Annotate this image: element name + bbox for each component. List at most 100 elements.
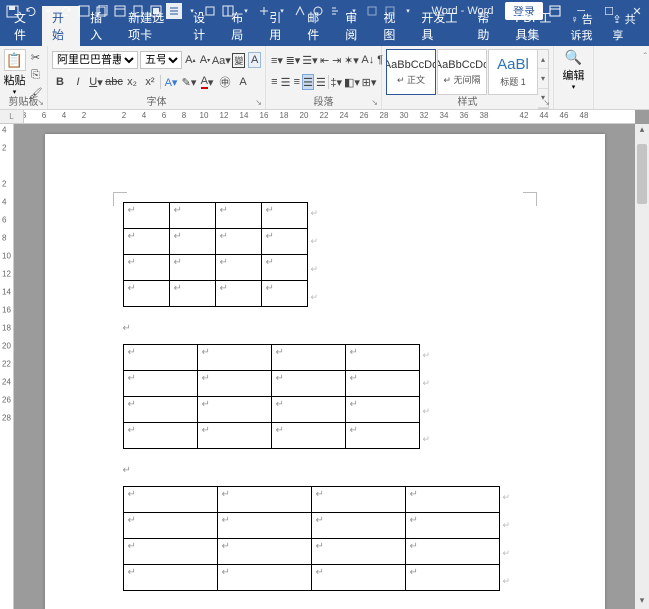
document-scroll[interactable]: ↵↵↵↵↵↵↵↵↵↵↵↵↵↵↵↵↵↵↵↵↵↵↵↵↵↵↵↵↵↵↵↵↵↵↵↵↵↵↵↵… <box>14 124 635 609</box>
close-button[interactable]: ✕ <box>631 5 643 18</box>
align-left-icon[interactable]: ≡ <box>270 74 279 90</box>
phonetic-icon[interactable]: 變 <box>231 52 246 68</box>
table-cell[interactable]: ↵ <box>217 565 311 591</box>
table-cell[interactable]: ↵ <box>169 229 215 255</box>
page[interactable]: ↵↵↵↵↵↵↵↵↵↵↵↵↵↵↵↵↵↵↵↵↵↵↵↵↵↵↵↵↵↵↵↵↵↵↵↵↵↵↵↵… <box>45 134 605 609</box>
collapse-ribbon-icon[interactable]: ˆ <box>644 52 647 63</box>
table-cell[interactable]: ↵ <box>169 203 215 229</box>
table-cell[interactable]: ↵ <box>197 345 271 371</box>
table-cell[interactable]: ↵ <box>123 487 217 513</box>
line-spacing-icon[interactable]: ‡▾ <box>329 74 343 90</box>
qat-customize-icon[interactable]: ▾ <box>400 3 416 19</box>
table-cell[interactable]: ↵ <box>261 281 307 307</box>
multilevel-icon[interactable]: ☰▾ <box>302 52 318 68</box>
table-cell[interactable]: ↵ <box>123 203 169 229</box>
table-cell[interactable]: ↵ <box>405 487 499 513</box>
gallery-down-icon[interactable]: ▾ <box>538 69 548 88</box>
enclose-char-icon[interactable]: ㊥ <box>217 74 233 90</box>
copy-icon[interactable]: ⎘ <box>28 67 44 83</box>
save-icon[interactable] <box>4 3 20 19</box>
table-cell[interactable]: ↵ <box>271 371 345 397</box>
italic-button[interactable]: I <box>70 74 86 90</box>
style-heading1[interactable]: AaBl 标题 1 <box>488 49 538 95</box>
table-cell[interactable]: ↵ <box>215 255 261 281</box>
table-row[interactable]: ↵↵↵↵ <box>123 255 307 281</box>
align-center-icon[interactable]: ☰ <box>280 74 292 90</box>
doc-table[interactable]: ↵↵↵↵↵↵↵↵↵↵↵↵↵↵↵↵ <box>123 486 500 591</box>
numbering-icon[interactable]: ≣▾ <box>285 52 301 68</box>
borders-icon[interactable]: ⊞▾ <box>361 74 377 90</box>
font-name-select[interactable]: 阿里巴巴普惠 <box>52 51 138 69</box>
table-row[interactable]: ↵↵↵↵ <box>123 565 499 591</box>
table-row[interactable]: ↵↵↵↵ <box>123 487 499 513</box>
qat-more-3[interactable]: ▾ <box>346 3 362 19</box>
paragraph-launcher[interactable]: ↘ <box>371 98 378 107</box>
distribute-icon[interactable]: ☰ <box>315 74 327 90</box>
bold-button[interactable]: B <box>52 74 68 90</box>
redo-icon[interactable] <box>58 3 74 19</box>
undo-icon[interactable] <box>22 3 38 19</box>
qat-icon-10[interactable] <box>310 3 326 19</box>
table-cell[interactable]: ↵ <box>311 513 405 539</box>
strike-button[interactable]: abc <box>106 74 122 90</box>
ruler-horizontal[interactable]: 8642246810121416182022242628303234363842… <box>24 110 635 124</box>
highlight-icon[interactable]: ✎▾ <box>181 74 197 90</box>
style-nospacing[interactable]: AaBbCcDd ↵ 无间隔 <box>437 49 487 95</box>
table-cell[interactable]: ↵ <box>261 203 307 229</box>
table-cell[interactable]: ↵ <box>123 397 197 423</box>
table-cell[interactable]: ↵ <box>123 229 169 255</box>
table-cell[interactable]: ↵ <box>405 513 499 539</box>
qat-icon-4[interactable] <box>130 3 146 19</box>
shrink-font-icon[interactable]: A▾ <box>199 52 212 68</box>
table-cell[interactable]: ↵ <box>271 345 345 371</box>
grow-font-icon[interactable]: A▴ <box>184 52 197 68</box>
table-cell[interactable]: ↵ <box>261 255 307 281</box>
reading-layout-icon[interactable] <box>166 3 182 19</box>
table-cell[interactable]: ↵ <box>345 371 419 397</box>
maximize-button[interactable]: ☐ <box>603 5 615 18</box>
scroll-thumb[interactable] <box>637 144 647 204</box>
asian-layout-icon[interactable]: ✶▾ <box>343 52 359 68</box>
char-shading-icon[interactable]: A <box>235 74 251 90</box>
table-cell[interactable]: ↵ <box>311 565 405 591</box>
scroll-down-icon[interactable]: ▾ <box>635 595 649 609</box>
qat-icon-9[interactable] <box>292 3 308 19</box>
undo-more-icon[interactable]: ▾ <box>40 3 56 19</box>
table-cell[interactable]: ↵ <box>123 281 169 307</box>
table-row[interactable]: ↵↵↵↵ <box>123 345 419 371</box>
subsuper-button[interactable]: x₂ <box>124 74 140 90</box>
align-justify-icon[interactable]: ☰ <box>302 74 314 90</box>
scrollbar-vertical[interactable]: ▴ ▾ <box>635 124 649 609</box>
qat-icon-1[interactable] <box>76 3 92 19</box>
table-cell[interactable]: ↵ <box>261 229 307 255</box>
table-cell[interactable]: ↵ <box>123 513 217 539</box>
styles-launcher[interactable]: ↘ <box>543 98 550 107</box>
minimize-button[interactable]: ─ <box>575 5 587 18</box>
qat-icon-8[interactable] <box>256 3 272 19</box>
table-row[interactable]: ↵↵↵↵ <box>123 281 307 307</box>
table-row[interactable]: ↵↵↵↵ <box>123 203 307 229</box>
sort-icon[interactable]: A↓ <box>360 52 375 68</box>
qat-icon-7[interactable] <box>220 3 236 19</box>
qat-more-1[interactable]: ▾ <box>238 3 254 19</box>
qat-icon-13[interactable] <box>382 3 398 19</box>
scroll-up-icon[interactable]: ▴ <box>635 124 649 138</box>
table-cell[interactable]: ↵ <box>215 203 261 229</box>
table-cell[interactable]: ↵ <box>197 397 271 423</box>
font-size-select[interactable]: 五号 <box>140 51 182 69</box>
doc-table[interactable]: ↵↵↵↵↵↵↵↵↵↵↵↵↵↵↵↵ <box>123 202 308 307</box>
table-cell[interactable]: ↵ <box>197 371 271 397</box>
table-cell[interactable]: ↵ <box>215 281 261 307</box>
qat-icon-2[interactable] <box>94 3 110 19</box>
qat-icon-5[interactable] <box>148 3 164 19</box>
doc-table[interactable]: ↵↵↵↵↵↵↵↵↵↵↵↵↵↵↵↵ <box>123 344 420 449</box>
gallery-up-icon[interactable]: ▴ <box>538 50 548 69</box>
table-cell[interactable]: ↵ <box>271 423 345 449</box>
table-cell[interactable]: ↵ <box>345 345 419 371</box>
table-cell[interactable]: ↵ <box>123 255 169 281</box>
table-row[interactable]: ↵↵↵↵ <box>123 423 419 449</box>
table-cell[interactable]: ↵ <box>197 423 271 449</box>
underline-button[interactable]: U▾ <box>88 74 104 90</box>
editing-button[interactable]: 🔍 编辑 ▾ <box>563 49 585 91</box>
table-cell[interactable]: ↵ <box>215 229 261 255</box>
